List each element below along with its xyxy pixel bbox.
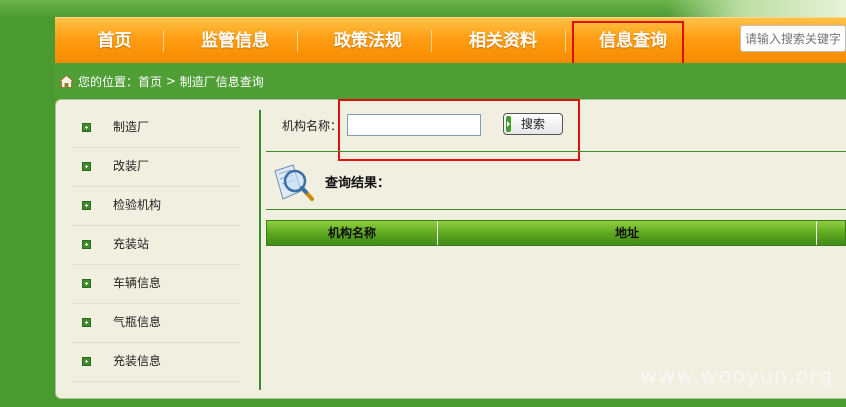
sidebar-item-filling-info[interactable]: 充装信息 bbox=[72, 342, 240, 382]
main-nav: 首页 监管信息 政策法规 相关资料 信息查询 bbox=[55, 17, 846, 64]
nav-separator bbox=[431, 30, 432, 52]
breadcrumb: 您的位置： 首页 > 制造厂信息查询 bbox=[59, 73, 264, 89]
divider bbox=[266, 151, 846, 152]
search-button-label: 搜索 bbox=[520, 117, 545, 131]
results-title: 查询结果： bbox=[325, 176, 391, 191]
nav-item-resources[interactable]: 相关资料 bbox=[448, 18, 558, 64]
expand-icon bbox=[82, 357, 91, 366]
expand-icon bbox=[82, 201, 91, 210]
divider bbox=[266, 209, 846, 210]
column-header-org-name: 机构名称 bbox=[267, 221, 438, 245]
breadcrumb-home-link[interactable]: 首页 bbox=[138, 73, 162, 90]
nav-item-policy[interactable]: 政策法规 bbox=[313, 18, 423, 64]
nav-item-home[interactable]: 首页 bbox=[77, 18, 152, 64]
sidebar-item-manufacturer[interactable]: 制造厂 bbox=[72, 108, 240, 148]
nav-separator bbox=[163, 30, 164, 52]
watermark-text: www.wooyun.org bbox=[640, 364, 834, 388]
nav-item-info-query[interactable]: 信息查询 bbox=[578, 18, 688, 64]
expand-icon bbox=[82, 123, 91, 132]
expand-icon bbox=[82, 240, 91, 249]
sidebar-item-label: 充装信息 bbox=[113, 354, 162, 368]
org-name-label: 机构名称： bbox=[282, 119, 343, 133]
sidebar-item-cylinder-info[interactable]: 气瓶信息 bbox=[72, 303, 240, 343]
breadcrumb-current: 制造厂信息查询 bbox=[179, 74, 264, 89]
expand-icon bbox=[82, 279, 91, 288]
breadcrumb-prefix: 您的位置： bbox=[78, 74, 139, 89]
sidebar-item-label: 制造厂 bbox=[113, 120, 150, 134]
org-name-input[interactable] bbox=[347, 114, 481, 136]
nav-separator bbox=[565, 30, 566, 52]
column-header-address: 地址 bbox=[438, 221, 817, 245]
sidebar-item-label: 检验机构 bbox=[113, 198, 162, 212]
nav-item-supervision[interactable]: 监管信息 bbox=[180, 18, 290, 64]
arrow-right-icon bbox=[507, 121, 510, 127]
top-banner bbox=[0, 0, 846, 17]
breadcrumb-separator: > bbox=[162, 74, 180, 88]
sidebar-item-filling-station[interactable]: 充装站 bbox=[72, 225, 240, 265]
sidebar-item-label: 改装厂 bbox=[113, 159, 150, 173]
search-button[interactable]: 搜索 bbox=[503, 113, 563, 135]
sidebar-item-label: 车辆信息 bbox=[113, 276, 162, 290]
sidebar-item-inspection-agency[interactable]: 检验机构 bbox=[72, 186, 240, 226]
site-search-input[interactable] bbox=[740, 25, 846, 52]
sidebar-item-vehicle-info[interactable]: 车辆信息 bbox=[72, 264, 240, 304]
sidebar-item-label: 充装站 bbox=[113, 237, 150, 251]
home-icon bbox=[59, 74, 74, 88]
expand-icon bbox=[82, 162, 91, 171]
nav-separator bbox=[297, 30, 298, 52]
magnifier-document-icon bbox=[274, 164, 314, 201]
sidebar-item-modification-plant[interactable]: 改装厂 bbox=[72, 147, 240, 187]
expand-icon bbox=[82, 318, 91, 327]
banner-decoration bbox=[666, 0, 846, 17]
sidebar-divider bbox=[259, 110, 261, 390]
results-table-header: 机构名称 地址 bbox=[266, 220, 846, 246]
sidebar-item-label: 气瓶信息 bbox=[113, 315, 162, 329]
